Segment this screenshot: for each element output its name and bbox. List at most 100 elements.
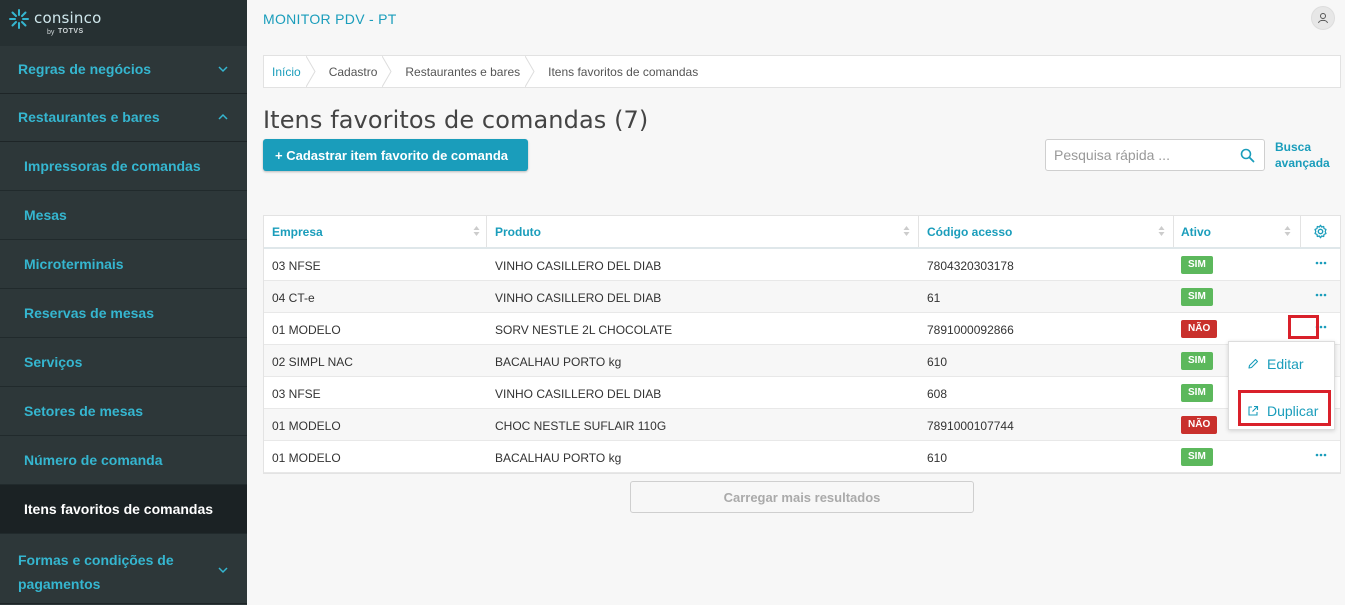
more-dots-icon[interactable] (1314, 258, 1328, 268)
quick-search (1045, 139, 1265, 171)
cell-produto: VINHO CASILLERO DEL DIAB (495, 291, 662, 305)
edit-label: Editar (1267, 356, 1304, 372)
sidebar-item-impressoras[interactable]: Impressoras de comandas (0, 142, 247, 191)
gear-icon[interactable] (1313, 224, 1328, 239)
sidebar-item-label: Itens favoritos de comandas (24, 501, 214, 517)
more-dots-icon[interactable] (1314, 450, 1328, 460)
cell-produto: BACALHAU PORTO kg (495, 451, 622, 465)
breadcrumb: Início Cadastro Restaurantes e bares Ite… (263, 55, 1341, 88)
column-label: Produto (495, 224, 541, 239)
breadcrumb-label: Início (272, 64, 301, 79)
brand-name: consinco (34, 9, 102, 27)
cell-empresa: 01 MODELO (272, 419, 341, 433)
table-row[interactable]: 03 NFSE VINHO CASILLERO DEL DIAB 780432030… (264, 249, 1340, 281)
table-header: Empresa Produto Código acesso Ativo (264, 216, 1340, 249)
breadcrumb-label: Restaurantes e bares (405, 64, 521, 79)
cell-produto: SORV NESTLE 2L CHOCOLATE (495, 323, 673, 337)
sidebar-item-itens-favoritos[interactable]: Itens favoritos de comandas (0, 485, 247, 534)
sidebar-item-servicos[interactable]: Serviços (0, 338, 247, 387)
brand-by: by (47, 29, 55, 36)
column-ativo[interactable]: Ativo (1181, 216, 1291, 247)
cell-codigo-acesso: 610 (927, 451, 948, 465)
sidebar-item-label: Número de comanda (24, 452, 163, 468)
main-content: MONITOR PDV - PT Início Cadastro Restaur… (247, 0, 1345, 605)
edit-menu-item[interactable]: Editar (1229, 344, 1336, 384)
status-badge: SIM (1181, 352, 1213, 370)
breadcrumb-current: Itens favoritos de comandas (534, 56, 712, 87)
cell-empresa: 02 SIMPL NAC (272, 355, 353, 369)
sidebar-group-formas-pagamento[interactable]: Formas e condições de pagamentos (0, 534, 247, 604)
consinco-logo-icon (9, 9, 29, 29)
sidebar-item-label: Impressoras de comandas (24, 158, 201, 174)
chevron-down-icon (218, 567, 228, 574)
sidebar-item-mesas[interactable]: Mesas (0, 191, 247, 240)
sidebar-item-microterminais[interactable]: Microterminais (0, 240, 247, 289)
cell-codigo-acesso: 608 (927, 387, 948, 401)
breadcrumb-label: Cadastro (328, 64, 378, 79)
sidebar-item-setores[interactable]: Setores de mesas (0, 387, 247, 436)
sidebar-group-label: Formas e condições de pagamentos (18, 552, 174, 592)
advanced-search-link[interactable]: Busca avançada (1275, 139, 1330, 171)
user-menu-button[interactable] (1311, 6, 1335, 30)
table-row[interactable]: 02 SIMPL NAC BACALHAU PORTO kg 610 SIM (264, 345, 1340, 377)
cell-codigo-acesso: 7804320303178 (927, 259, 1014, 273)
chevron-down-icon (218, 66, 228, 73)
breadcrumb-inicio[interactable]: Início (264, 56, 316, 87)
cell-codigo-acesso: 61 (927, 291, 941, 305)
column-codigo-acesso[interactable]: Código acesso (927, 216, 1165, 247)
status-badge: SIM (1181, 256, 1213, 274)
chevron-up-icon (218, 113, 228, 120)
search-icon[interactable] (1240, 148, 1255, 163)
sidebar-item-label: Setores de mesas (24, 403, 144, 419)
more-dots-icon[interactable] (1314, 290, 1328, 300)
brand-logo[interactable]: consinco by TOTVS (0, 0, 247, 46)
sidebar-item-label: Serviços (24, 354, 83, 370)
column-empresa[interactable]: Empresa (272, 216, 480, 247)
status-badge: SIM (1181, 288, 1213, 306)
brand-totvs: TOTVS (58, 28, 84, 35)
sidebar-item-label: Mesas (24, 207, 67, 223)
page-title: Itens favoritos de comandas (7) (263, 106, 649, 134)
sidebar-group-restaurantes[interactable]: Restaurantes e bares (0, 94, 247, 142)
cell-produto: VINHO CASILLERO DEL DIAB (495, 259, 662, 273)
user-icon (1318, 13, 1328, 24)
sidebar-item-label: Reservas de mesas (24, 305, 154, 321)
cell-empresa: 01 MODELO (272, 451, 341, 465)
table-row[interactable]: 01 MODELO CHOC NESTLE SUFLAIR 110G 7891000… (264, 409, 1340, 441)
load-more-button[interactable]: Carregar mais resultados (630, 481, 974, 513)
status-badge: SIM (1181, 448, 1213, 466)
cell-produto: BACALHAU PORTO kg (495, 355, 622, 369)
table-row[interactable]: 04 CT-e VINHO CASILLERO DEL DIAB 61 SIM (264, 281, 1340, 313)
column-label: Código acesso (927, 224, 1013, 239)
sidebar-item-numero-comanda[interactable]: Número de comanda (0, 436, 247, 485)
sidebar-group-label: Regras de negócios (18, 61, 152, 77)
sort-icon (1284, 226, 1291, 236)
sort-icon (473, 226, 480, 236)
search-input[interactable] (1054, 147, 1234, 163)
status-badge: NÃO (1181, 320, 1218, 338)
add-favorite-item-button[interactable]: + Cadastrar item favorito de comanda (263, 139, 528, 171)
cell-empresa: 03 NFSE (272, 259, 321, 273)
breadcrumb-restaurantes[interactable]: Restaurantes e bares (391, 56, 535, 87)
cell-empresa: 03 NFSE (272, 387, 321, 401)
column-label: Empresa (272, 224, 323, 239)
duplicate-highlight (1238, 390, 1331, 426)
column-produto[interactable]: Produto (495, 216, 910, 247)
app-title: MONITOR PDV - PT (263, 11, 397, 27)
pencil-icon (1248, 358, 1259, 369)
table-row[interactable]: 01 MODELO BACALHAU PORTO kg 610 SIM (264, 441, 1340, 473)
table-row[interactable]: 01 MODELO SORV NESTLE 2L CHOCOLATE 7891000… (264, 313, 1340, 345)
cell-codigo-acesso: 7891000092866 (927, 323, 1014, 337)
cell-empresa: 01 MODELO (272, 323, 341, 337)
actions-button-highlight (1288, 315, 1319, 339)
breadcrumb-cadastro[interactable]: Cadastro (315, 56, 392, 87)
sidebar-group-label: Restaurantes e bares (18, 109, 160, 125)
table-body: 03 NFSE VINHO CASILLERO DEL DIAB 780432030… (264, 249, 1340, 473)
sidebar-group-regras[interactable]: Regras de negócios (0, 46, 247, 94)
sidebar-item-label: Microterminais (24, 256, 124, 272)
table-row[interactable]: 03 NFSE VINHO CASILLERO DEL DIAB 608 SIM (264, 377, 1340, 409)
cell-produto: CHOC NESTLE SUFLAIR 110G (495, 419, 667, 433)
advanced-search-label: Busca (1275, 140, 1312, 154)
sidebar-item-reservas[interactable]: Reservas de mesas (0, 289, 247, 338)
cell-codigo-acesso: 7891000107744 (927, 419, 1014, 433)
